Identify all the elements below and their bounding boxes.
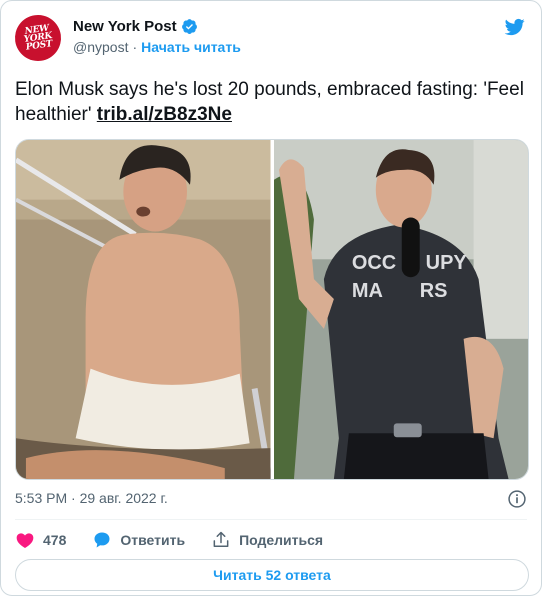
author-name[interactable]: New York Post xyxy=(73,18,177,35)
tweet-link[interactable]: trib.al/zB8z3Ne xyxy=(97,104,232,125)
tweet-text: Elon Musk says he's lost 20 pounds, embr… xyxy=(15,77,527,127)
separator: · xyxy=(132,39,138,55)
avatar-line-3: POST xyxy=(25,39,53,53)
reply-button[interactable]: Ответить xyxy=(92,530,185,550)
shirt-text-right-2: RS xyxy=(419,280,447,302)
tweet-header: NEW YORK POST New York Post @nypost · На… xyxy=(12,12,527,64)
reply-label: Ответить xyxy=(120,532,186,548)
share-button[interactable]: Поделиться xyxy=(211,530,323,550)
tweet-actions: 478 Ответить Поделиться xyxy=(15,530,349,550)
verified-badge-icon xyxy=(181,19,197,34)
heart-icon xyxy=(16,533,34,548)
shirt-text-right-1: UPY xyxy=(425,252,466,274)
author-info: New York Post @nypost · Начать читать xyxy=(73,18,241,55)
tweet-media[interactable]: OCC UPY MA RS xyxy=(15,139,529,480)
like-count: 478 xyxy=(43,532,67,548)
divider xyxy=(15,519,527,520)
shirt-text-left-2: MA xyxy=(351,280,382,302)
tweet-timestamp[interactable]: 5:53 PM · 29 авг. 2022 г. xyxy=(15,490,168,506)
follow-button[interactable]: Начать читать xyxy=(141,39,241,55)
tweet-embed: NEW YORK POST New York Post @nypost · На… xyxy=(0,0,542,596)
tweet-body: Elon Musk says he's lost 20 pounds, embr… xyxy=(15,79,524,125)
share-icon xyxy=(213,531,229,547)
reply-bubble-icon xyxy=(94,532,110,548)
twitter-logo-icon[interactable] xyxy=(503,17,527,37)
avatar[interactable]: NEW YORK POST xyxy=(12,12,64,64)
shirt-text-left-1: OCC xyxy=(351,252,395,274)
photo-right[interactable]: OCC UPY MA RS xyxy=(273,140,528,479)
info-icon[interactable] xyxy=(507,489,527,509)
share-label: Поделиться xyxy=(239,532,324,548)
read-replies-button[interactable]: Читать 52 ответа xyxy=(15,559,529,591)
author-handle[interactable]: @nypost xyxy=(73,39,128,55)
photo-right-image: OCC UPY MA RS xyxy=(273,140,528,479)
photo-left-image xyxy=(16,140,271,479)
photo-left[interactable] xyxy=(16,140,271,479)
like-button[interactable]: 478 xyxy=(15,530,66,550)
